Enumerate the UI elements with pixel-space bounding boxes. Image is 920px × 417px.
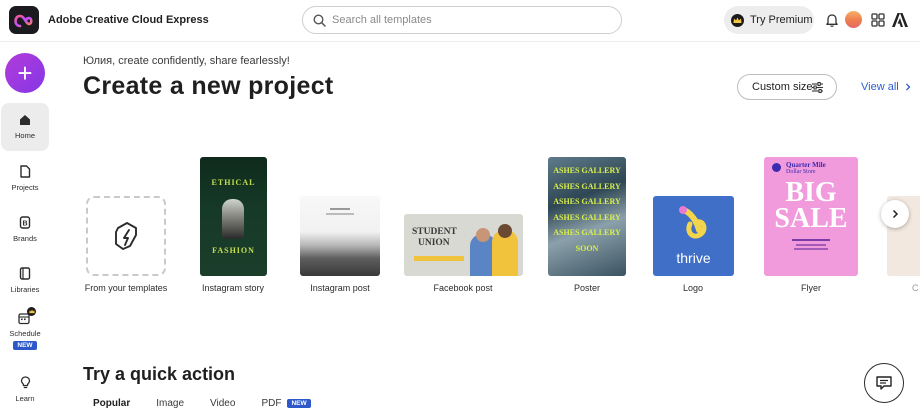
sidebar-item-home[interactable]: Home <box>1 103 49 151</box>
instagram-post-thumbnail[interactable] <box>300 196 380 276</box>
flyer-thumbnail[interactable]: Quarter Mile Dollar Store BIG SALE <box>764 157 858 276</box>
card-label: From your templates <box>84 283 168 293</box>
new-badge: NEW <box>287 399 311 408</box>
learn-icon <box>20 375 30 388</box>
sidebar-item-label: Learn <box>15 393 35 403</box>
poster-line: ASHES GALLERY <box>553 212 621 222</box>
search-input[interactable] <box>332 14 602 26</box>
thumb-text: SALE <box>774 203 848 234</box>
search-bar[interactable] <box>302 6 622 34</box>
page-title: Create a new project <box>83 72 334 100</box>
poster-line: ASHES GALLERY <box>553 166 621 175</box>
tab-popular[interactable]: Popular <box>93 398 130 409</box>
sidebar-item-projects[interactable]: Projects <box>1 154 49 202</box>
sidebar-item-brands[interactable]: B Brands <box>1 205 49 253</box>
tab-image[interactable]: Image <box>156 398 184 409</box>
thumb-text: UNION <box>418 238 450 248</box>
chevron-right-icon <box>892 209 899 219</box>
sidebar-item-libraries[interactable]: Libraries <box>1 256 49 304</box>
facebook-post-thumbnail[interactable]: STUDENT UNION <box>404 214 523 276</box>
poster-line: ASHES GALLERY <box>553 181 621 191</box>
custom-size-label: Custom size <box>752 81 813 93</box>
premium-crown-icon <box>27 306 36 316</box>
quick-action-tabs: Popular Image Video PDF NEW <box>83 398 311 409</box>
thumb-text: ETHICAL <box>211 178 256 187</box>
sidebar-item-label: Projects <box>11 182 39 192</box>
create-button[interactable]: + <box>5 53 45 93</box>
card-label: Logo <box>682 283 704 293</box>
thrive-logo-icon <box>679 206 707 239</box>
home-icon <box>20 115 30 125</box>
sidebar-item-label: Schedule <box>9 328 41 338</box>
card-label: Facebook post <box>433 283 493 293</box>
sidebar-item-schedule[interactable]: Schedule NEW <box>1 304 49 356</box>
adobe-logo-icon[interactable] <box>891 12 909 28</box>
sidebar-item-learn[interactable]: Learn <box>1 365 49 413</box>
custom-size-button[interactable]: Custom size <box>737 74 837 100</box>
card-label: Flyer <box>801 283 821 293</box>
brand-template-icon <box>115 222 137 250</box>
quick-action-title: Try a quick action <box>83 364 236 384</box>
sliders-icon <box>812 82 823 93</box>
poster-line: ASHES GALLERY <box>553 228 621 237</box>
chat-button[interactable] <box>864 363 904 403</box>
brands-icon: B <box>19 215 31 229</box>
new-badge: NEW <box>13 340 37 350</box>
thumb-text: FASHION <box>212 246 255 255</box>
thumb-text: Dollar Store <box>786 169 816 175</box>
poster-thumbnail[interactable]: ASHES GALLERY ASHES GALLERY ASHES GALLER… <box>548 157 626 276</box>
instagram-story-thumbnail[interactable]: ETHICAL FASHION <box>200 157 267 276</box>
thumb-text: thrive <box>676 250 711 266</box>
poster-line: ASHES GALLERY <box>553 197 621 206</box>
projects-icon <box>20 164 31 178</box>
search-icon <box>313 13 326 27</box>
bell-icon[interactable] <box>824 12 840 28</box>
sidebar-item-label: Brands <box>13 233 37 243</box>
card-label: C <box>912 283 919 293</box>
sidebar-item-label: Libraries <box>10 284 40 294</box>
poster-line: SOON <box>575 243 599 253</box>
card-label: Poster <box>573 283 601 293</box>
thumb-text: ASHES GALLERY ASHES GALLERY ASHES GALLER… <box>548 163 626 256</box>
libraries-icon <box>19 266 31 280</box>
avatar[interactable] <box>845 11 862 28</box>
top-bar: Adobe Creative Cloud Express Try Premium <box>0 0 920 42</box>
greeting-text: Юлия, create confidently, share fearless… <box>83 55 290 67</box>
sidebar: + Home Projects B Brands Libraries Sched… <box>0 42 50 417</box>
tab-video[interactable]: Video <box>210 398 235 409</box>
svg-text:B: B <box>22 220 27 227</box>
thumb-text: STUDENT <box>412 227 457 237</box>
chat-icon <box>876 376 892 390</box>
schedule-icon <box>18 306 36 324</box>
tab-label: PDF <box>261 398 282 409</box>
creative-cloud-logo-icon[interactable] <box>9 6 39 34</box>
sidebar-item-label: Home <box>14 131 35 140</box>
crown-icon <box>731 13 744 27</box>
card-label: Instagram story <box>201 283 265 293</box>
view-all-link[interactable]: View all <box>861 81 913 93</box>
chevron-right-icon <box>905 83 911 91</box>
card-from-your-templates[interactable] <box>86 196 166 276</box>
card-label: Instagram post <box>310 283 370 293</box>
carousel-next-button[interactable] <box>881 200 909 228</box>
apps-grid-icon[interactable] <box>870 12 886 28</box>
try-premium-button[interactable]: Try Premium <box>724 6 814 34</box>
try-premium-label: Try Premium <box>750 14 813 26</box>
view-all-label: View all <box>861 81 899 93</box>
tab-pdf[interactable]: PDF NEW <box>261 398 311 409</box>
app-title: Adobe Creative Cloud Express <box>48 14 209 26</box>
thumb-text: Quarter Mile <box>786 161 826 169</box>
logo-thumbnail[interactable]: thrive <box>653 196 734 276</box>
